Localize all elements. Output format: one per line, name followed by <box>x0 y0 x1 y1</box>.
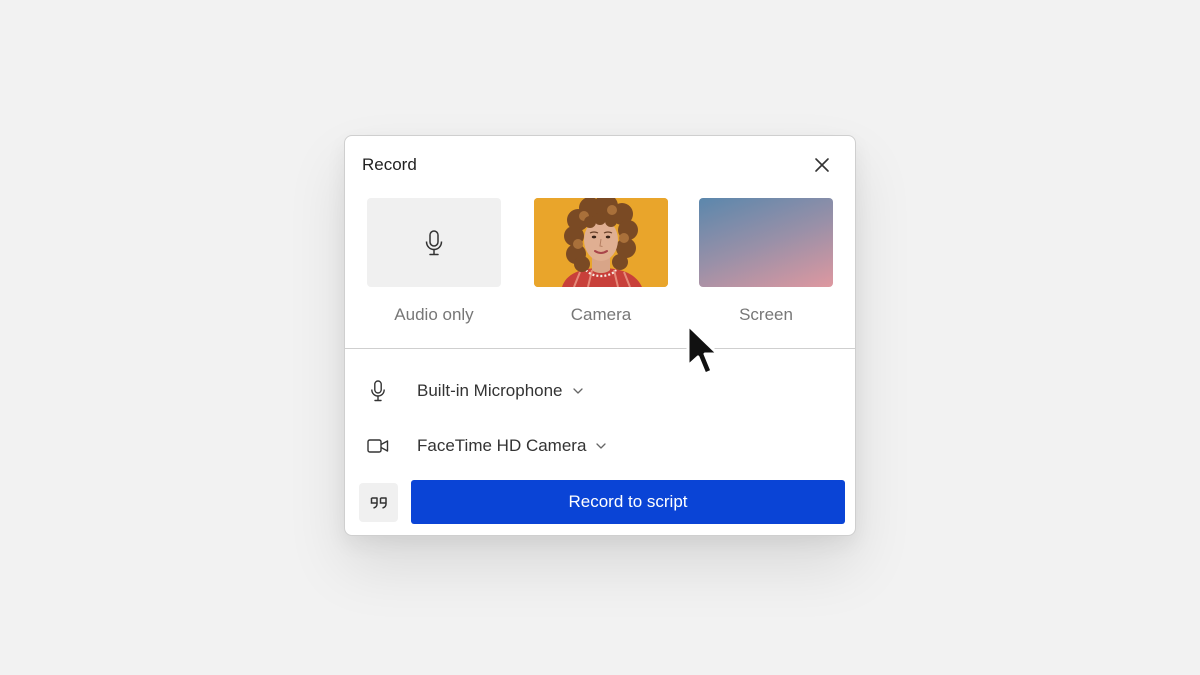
divider <box>345 348 855 349</box>
microphone-icon <box>367 380 389 402</box>
option-camera[interactable]: Camera <box>534 198 668 325</box>
camera-row: FaceTime HD Camera <box>345 431 855 461</box>
record-dialog: Record Audio only Camera Screen Built-in… <box>344 135 856 536</box>
microphone-row: Built-in Microphone <box>345 376 855 406</box>
option-label-audio-only: Audio only <box>394 305 474 324</box>
microphone-icon <box>425 229 443 255</box>
option-label-camera: Camera <box>570 305 632 324</box>
option-screen[interactable]: Screen <box>699 198 833 325</box>
quote-icon <box>370 496 387 509</box>
audio-only-thumbnail[interactable] <box>367 198 501 287</box>
microphone-select-label: Built-in Microphone <box>417 381 563 400</box>
option-audio-only[interactable]: Audio only <box>367 198 501 325</box>
camera-preview-image <box>534 198 668 287</box>
camera-preview[interactable] <box>534 198 668 287</box>
close-button[interactable] <box>811 154 833 176</box>
camera-select-label: FaceTime HD Camera <box>417 436 587 455</box>
video-camera-icon <box>367 435 389 457</box>
camera-select[interactable]: FaceTime HD Camera <box>417 436 607 456</box>
close-icon <box>815 158 829 172</box>
microphone-select[interactable]: Built-in Microphone <box>417 381 583 401</box>
chevron-down-icon <box>596 443 607 449</box>
screen-preview[interactable] <box>699 198 833 287</box>
quote-button[interactable] <box>359 483 398 522</box>
dialog-title: Record <box>362 155 417 174</box>
record-to-script-button[interactable]: Record to script <box>411 480 845 524</box>
chevron-down-icon <box>572 388 583 394</box>
mouse-cursor-icon <box>686 323 720 376</box>
